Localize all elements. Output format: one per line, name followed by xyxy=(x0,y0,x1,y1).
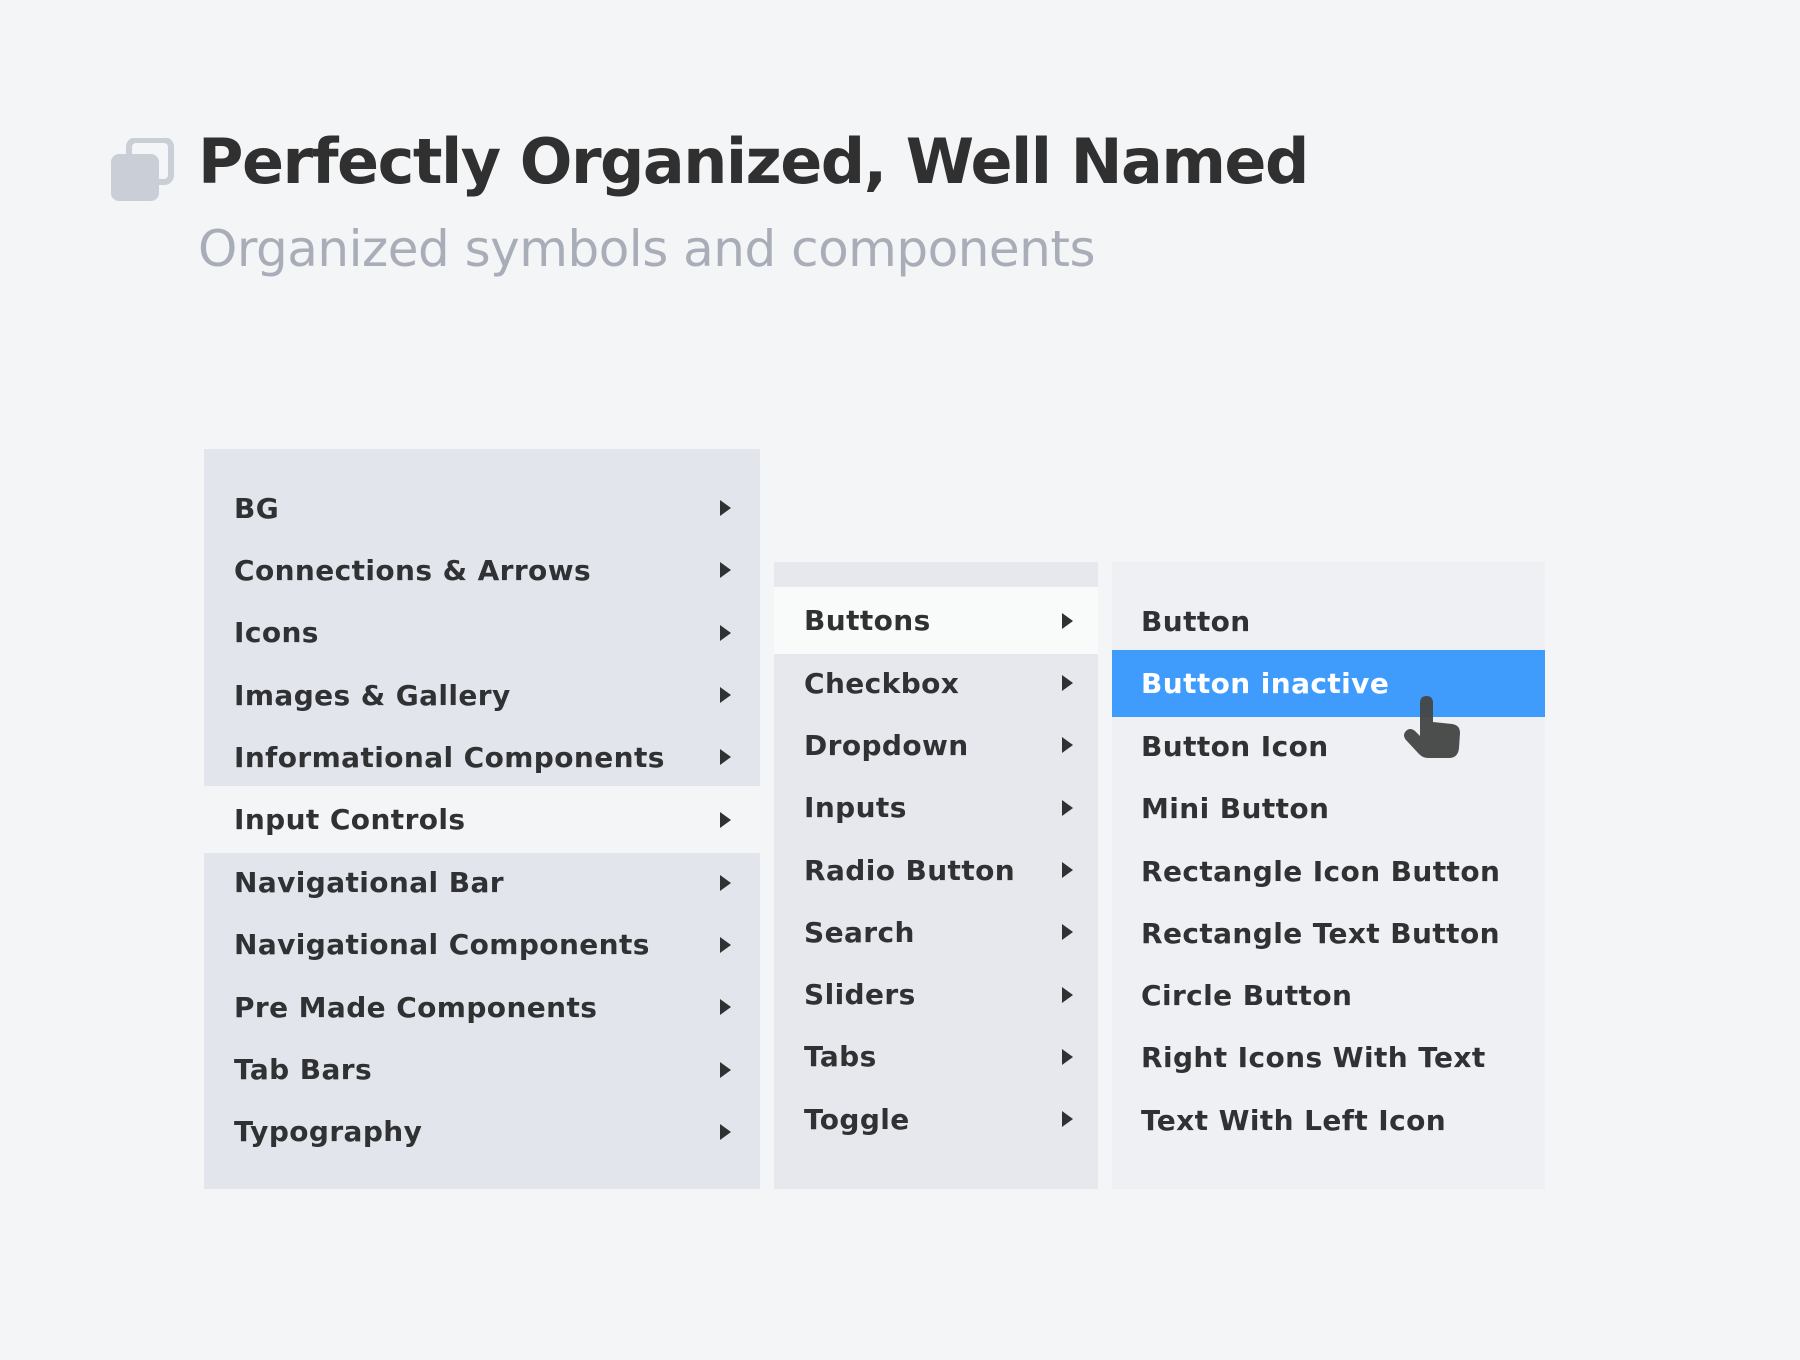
menu-item-label: Button xyxy=(1141,604,1251,638)
menu-item-label: Rectangle Icon Button xyxy=(1141,854,1501,888)
menu-item-label: BG xyxy=(234,491,280,525)
menu-level-2: Buttons Checkbox Dropdown Inputs Radio B… xyxy=(774,562,1098,1189)
menu-item-input-controls[interactable]: Input Controls xyxy=(204,786,760,854)
menu-item-sliders[interactable]: Sliders xyxy=(774,963,1098,1025)
menu-item-label: Mini Button xyxy=(1141,792,1330,826)
menu-item-label: Checkbox xyxy=(804,666,960,700)
submenu-arrow-icon xyxy=(1062,986,1073,1003)
menu-item-label: Informational Components xyxy=(234,740,665,774)
menu-item-label: Button inactive xyxy=(1141,667,1390,701)
menu-item-checkbox[interactable]: Checkbox xyxy=(774,652,1098,714)
menu-item-search[interactable]: Search xyxy=(774,901,1098,963)
menu-item-connections-arrows[interactable]: Connections & Arrows xyxy=(204,539,760,601)
menu-item-label: Pre Made Components xyxy=(234,990,598,1024)
submenu-arrow-icon xyxy=(720,749,731,766)
menu-item-label: Button Icon xyxy=(1141,729,1329,763)
menu-item-label: Circle Button xyxy=(1141,979,1353,1013)
menu-item-typography[interactable]: Typography xyxy=(204,1101,760,1163)
menu-item-label: Connections & Arrows xyxy=(234,553,592,587)
menu-item-label: Radio Button xyxy=(804,853,1016,887)
submenu-arrow-icon xyxy=(1062,1111,1073,1128)
submenu-arrow-icon xyxy=(1062,799,1073,816)
menu-item-right-icons-with-text[interactable]: Right Icons With Text xyxy=(1112,1027,1545,1089)
menu-level-1: BG Connections & Arrows Icons Images & G… xyxy=(204,449,760,1189)
menu-item-label: Buttons xyxy=(804,604,931,637)
menu-item-label: Dropdown xyxy=(804,728,969,762)
menu-item-rectangle-text-button[interactable]: Rectangle Text Button xyxy=(1112,902,1545,964)
submenu-arrow-icon xyxy=(1062,612,1073,629)
menu-item-label: Navigational Bar xyxy=(234,866,504,900)
submenu-arrow-icon xyxy=(720,1123,731,1140)
menu-item-label: Rectangle Text Button xyxy=(1141,916,1500,950)
menu-item-pre-made-components[interactable]: Pre Made Components xyxy=(204,976,760,1038)
menu-item-navigational-components[interactable]: Navigational Components xyxy=(204,914,760,976)
menu-item-label: Images & Gallery xyxy=(234,678,511,712)
layers-copy-icon xyxy=(111,138,174,201)
submenu-arrow-icon xyxy=(720,687,731,704)
submenu-arrow-icon xyxy=(720,624,731,641)
menu-item-images-gallery[interactable]: Images & Gallery xyxy=(204,664,760,726)
menu-item-label: Input Controls xyxy=(234,803,466,837)
page-title: Perfectly Organized, Well Named xyxy=(198,125,1309,198)
submenu-arrow-icon xyxy=(720,874,731,891)
menu-item-label: Tabs xyxy=(804,1040,877,1074)
menu-item-label: Icons xyxy=(234,616,319,650)
menu-item-label: Text With Left Icon xyxy=(1141,1103,1447,1137)
menu-item-label: Typography xyxy=(234,1115,423,1149)
menu-item-button-icon[interactable]: Button Icon xyxy=(1112,715,1545,777)
submenu-arrow-icon xyxy=(1062,862,1073,879)
menu-item-label: Search xyxy=(804,915,915,949)
menu-item-rectangle-icon-button[interactable]: Rectangle Icon Button xyxy=(1112,840,1545,902)
menu-item-button-inactive[interactable]: Button inactive xyxy=(1112,650,1545,718)
menu-item-buttons[interactable]: Buttons xyxy=(774,587,1098,654)
submenu-arrow-icon xyxy=(720,500,731,517)
menu-item-text-with-left-icon[interactable]: Text With Left Icon xyxy=(1112,1089,1545,1151)
menu-item-tabs[interactable]: Tabs xyxy=(774,1026,1098,1088)
menu-item-label: Right Icons With Text xyxy=(1141,1041,1486,1075)
submenu-arrow-icon xyxy=(720,1061,731,1078)
menu-item-inputs[interactable]: Inputs xyxy=(774,777,1098,839)
submenu-arrow-icon xyxy=(720,811,731,828)
menu-item-label: Toggle xyxy=(804,1102,910,1136)
submenu-arrow-icon xyxy=(720,999,731,1016)
submenu-arrow-icon xyxy=(1062,675,1073,692)
menu-item-label: Navigational Components xyxy=(234,928,650,962)
menu-item-bg[interactable]: BG xyxy=(204,477,760,539)
menu-item-informational-components[interactable]: Informational Components xyxy=(204,726,760,788)
menu-item-tab-bars[interactable]: Tab Bars xyxy=(204,1038,760,1100)
menu-item-button[interactable]: Button xyxy=(1112,590,1545,652)
menu-item-radio-button[interactable]: Radio Button xyxy=(774,839,1098,901)
submenu-arrow-icon xyxy=(720,936,731,953)
submenu-arrow-icon xyxy=(720,562,731,579)
menu-item-toggle[interactable]: Toggle xyxy=(774,1088,1098,1150)
menu-item-circle-button[interactable]: Circle Button xyxy=(1112,964,1545,1026)
hand-pointer-icon xyxy=(1404,696,1460,758)
menu-item-label: Tab Bars xyxy=(234,1053,373,1087)
menu-item-dropdown[interactable]: Dropdown xyxy=(774,714,1098,776)
menu-item-navigational-bar[interactable]: Navigational Bar xyxy=(204,851,760,913)
page-subtitle: Organized symbols and components xyxy=(198,220,1096,278)
submenu-arrow-icon xyxy=(1062,1048,1073,1065)
submenu-arrow-icon xyxy=(1062,924,1073,941)
menu-item-label: Sliders xyxy=(804,978,916,1012)
submenu-arrow-icon xyxy=(1062,737,1073,754)
menu-item-label: Inputs xyxy=(804,791,907,825)
menu-item-icons[interactable]: Icons xyxy=(204,602,760,664)
menu-level-3: Button Button inactive Button Icon Mini … xyxy=(1112,562,1545,1189)
menu-item-mini-button[interactable]: Mini Button xyxy=(1112,778,1545,840)
